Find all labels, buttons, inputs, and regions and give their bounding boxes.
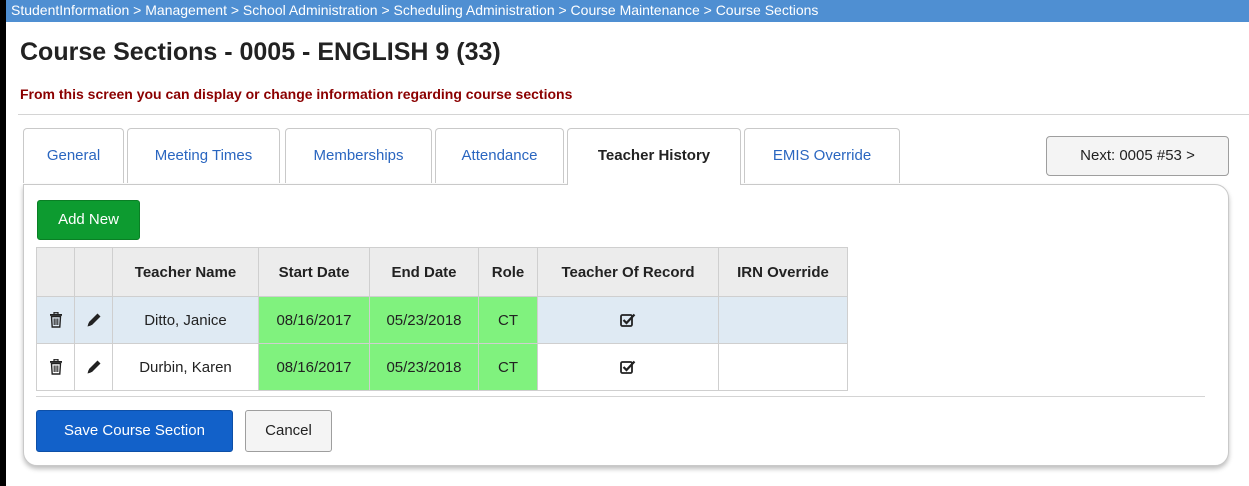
page-title: Course Sections - 0005 - ENGLISH 9 (33): [20, 38, 501, 66]
window-left-border: [0, 0, 6, 486]
add-new-button[interactable]: Add New: [37, 200, 140, 240]
irn-override-cell: [718, 343, 848, 391]
end-date-cell: 05/23/2018: [369, 343, 479, 391]
table-row[interactable]: Durbin, Karen 08/16/2017 05/23/2018 CT: [36, 343, 848, 391]
pencil-icon: [87, 313, 100, 327]
start-date-cell: 08/16/2017: [258, 343, 370, 391]
teacher-history-panel: Add New Teacher Name Start Date End Date…: [23, 184, 1229, 466]
role-cell: CT: [478, 296, 538, 344]
start-date-cell: 08/16/2017: [258, 296, 370, 344]
breadcrumb[interactable]: StudentInformation > Management > School…: [6, 0, 1249, 22]
page-subtitle: From this screen you can display or chan…: [20, 86, 573, 102]
tab-attendance[interactable]: Attendance: [435, 128, 564, 183]
header-teacher-of-record[interactable]: Teacher Of Record: [537, 247, 719, 297]
table-header-row: Teacher Name Start Date End Date Role Te…: [36, 247, 848, 297]
header-divider: [18, 114, 1249, 115]
header-end-date[interactable]: End Date: [369, 247, 479, 297]
next-section-button[interactable]: Next: 0005 #53 >: [1046, 136, 1229, 176]
end-date-cell: 05/23/2018: [369, 296, 479, 344]
tab-teacher-history[interactable]: Teacher History: [567, 128, 741, 185]
cancel-button[interactable]: Cancel: [245, 410, 332, 452]
tab-memberships[interactable]: Memberships: [285, 128, 432, 183]
header-teacher-name[interactable]: Teacher Name: [112, 247, 259, 297]
delete-row-button[interactable]: [36, 296, 75, 344]
header-role[interactable]: Role: [478, 247, 538, 297]
pencil-icon: [87, 360, 100, 374]
tab-meeting-times[interactable]: Meeting Times: [127, 128, 280, 183]
trash-icon: [49, 359, 62, 375]
table-row[interactable]: Ditto, Janice 08/16/2017 05/23/2018 CT: [36, 296, 848, 344]
header-start-date[interactable]: Start Date: [258, 247, 370, 297]
teacher-name-cell: Durbin, Karen: [112, 343, 259, 391]
teacher-name-cell: Ditto, Janice: [112, 296, 259, 344]
save-course-section-button[interactable]: Save Course Section: [36, 410, 233, 452]
edit-row-button[interactable]: [74, 296, 113, 344]
delete-row-button[interactable]: [36, 343, 75, 391]
trash-icon: [49, 312, 62, 328]
footer-divider: [36, 396, 1205, 397]
header-edit-column: [74, 247, 113, 297]
tab-emis-override[interactable]: EMIS Override: [744, 128, 900, 183]
edit-row-button[interactable]: [74, 343, 113, 391]
role-cell: CT: [478, 343, 538, 391]
teacher-of-record-cell: [537, 343, 719, 391]
tab-general[interactable]: General: [23, 128, 124, 183]
irn-override-cell: [718, 296, 848, 344]
header-irn-override[interactable]: IRN Override: [718, 247, 848, 297]
teacher-of-record-cell: [537, 296, 719, 344]
checked-box-icon: [620, 360, 636, 374]
header-delete-column: [36, 247, 75, 297]
teacher-history-table: Teacher Name Start Date End Date Role Te…: [36, 247, 848, 391]
checked-box-icon: [620, 313, 636, 327]
